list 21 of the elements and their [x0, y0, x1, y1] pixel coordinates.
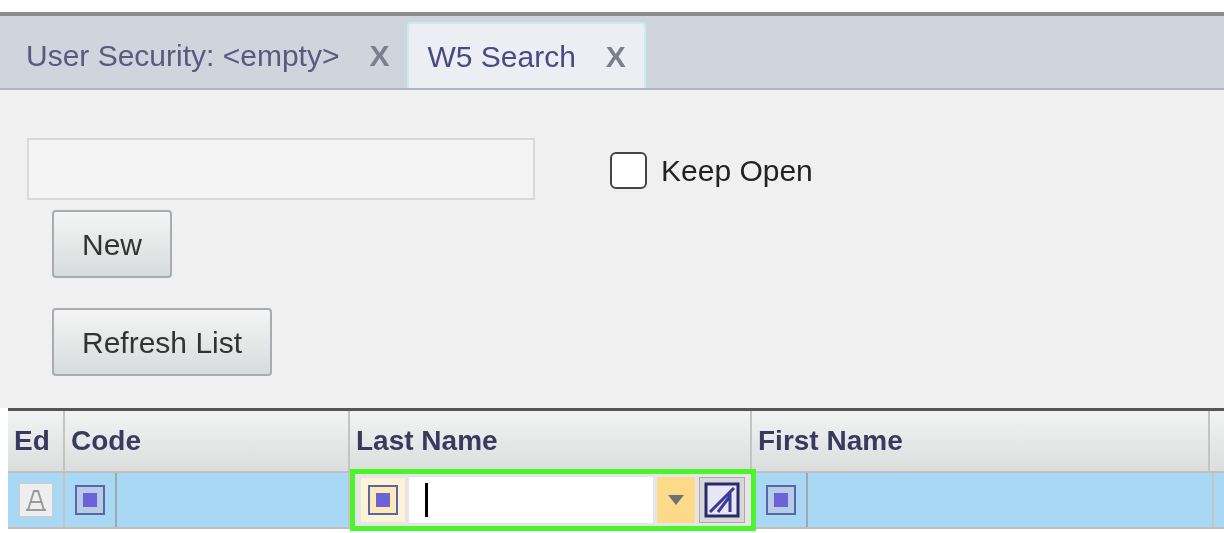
column-header[interactable]: Ed	[8, 411, 65, 471]
square-icon	[368, 485, 398, 515]
letter-a-icon	[23, 488, 48, 512]
square-icon	[766, 485, 796, 515]
action-button[interactable]: New	[52, 210, 172, 278]
text-input[interactable]	[409, 477, 653, 523]
edit-button[interactable]	[18, 483, 53, 517]
tab-label: User Security: <empty>	[26, 37, 340, 74]
chart-icon	[704, 482, 740, 518]
action-button[interactable]: Refresh List	[52, 308, 273, 376]
tab[interactable]: W5 Search X	[407, 22, 646, 88]
checkbox[interactable]	[610, 152, 647, 189]
checkbox-label: Keep Open	[661, 153, 813, 189]
search-field[interactable]	[27, 138, 535, 200]
column-header[interactable]: Code	[65, 411, 350, 471]
tab[interactable]: User Security: <empty> X	[8, 22, 408, 88]
square-icon	[75, 485, 105, 515]
lookup-button[interactable]	[699, 477, 745, 523]
dropdown-button[interactable]	[657, 477, 695, 523]
caret-icon	[668, 495, 684, 505]
tab-label: W5 Search	[427, 38, 576, 75]
